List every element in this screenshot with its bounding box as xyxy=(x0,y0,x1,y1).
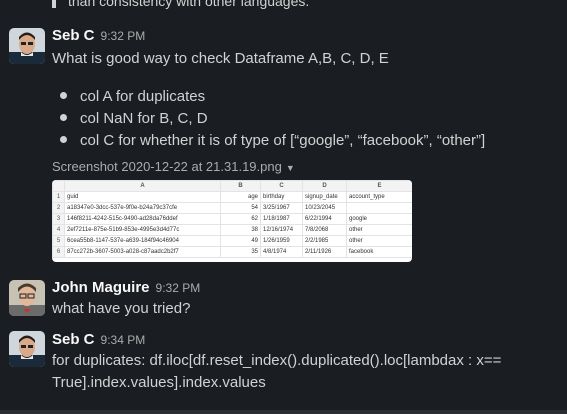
timestamp[interactable]: 9:34 PM xyxy=(101,333,146,347)
table-row: 6 87cc272b-3607-5003-a028-c87aadc2b2f7 3… xyxy=(52,246,412,258)
table-cell: other xyxy=(346,235,412,247)
table-cell: 146f8211-4242-515c-9490-ad28da76ddef xyxy=(64,213,221,225)
table-cell: 54 xyxy=(220,202,261,214)
author-name[interactable]: John Maguire xyxy=(52,279,150,296)
list-item: col A for duplicates xyxy=(60,86,485,108)
row-number: 2 xyxy=(52,202,65,214)
table-cell: 62 xyxy=(220,213,261,225)
column-letter: B xyxy=(220,180,261,192)
avatar-seb[interactable] xyxy=(9,331,45,367)
bullet-dot xyxy=(60,135,67,143)
timestamp[interactable]: 9:32 PM xyxy=(101,29,146,43)
message-header: Seb C 9:34 PM xyxy=(52,331,145,349)
table-cell: 10/23/2045 xyxy=(302,202,347,214)
list-item: col NaN for B, C, D xyxy=(60,108,485,130)
row-number: 6 xyxy=(52,246,65,258)
table-cell: other xyxy=(346,224,412,236)
table-cell: google xyxy=(346,213,412,225)
table-cell: 12/16/1974 xyxy=(260,224,303,236)
table-cell: 6/22/1994 xyxy=(302,213,347,225)
table-cell: 2/11/1926 xyxy=(302,246,347,258)
table-cell: 7/8/2068 xyxy=(302,224,347,236)
spreadsheet-table: A B C D E 1 guid age birthday signup_dat… xyxy=(52,180,412,258)
table-cell: 6cea55b8-1147-537e-a639-184f94c46904 xyxy=(64,235,221,247)
message-text-line: True].index.values].index.values xyxy=(52,374,266,391)
attachment-file-name[interactable]: Screenshot 2020-12-22 at 21.31.19.png xyxy=(52,159,282,174)
timestamp[interactable]: 9:32 PM xyxy=(156,281,201,295)
author-name[interactable]: Seb C xyxy=(52,27,95,44)
message-text: What is good way to check Dataframe A,B,… xyxy=(52,50,389,67)
composer-divider xyxy=(0,410,567,414)
column-letter: D xyxy=(302,180,347,192)
message-header: John Maguire 9:32 PM xyxy=(52,279,200,297)
column-letter: A xyxy=(64,180,221,192)
row-number: 3 xyxy=(52,213,65,225)
table-cell: account_type xyxy=(346,191,412,203)
list-item-text: col C for whether it is of type of [“goo… xyxy=(80,132,486,149)
message-header: Seb C 9:32 PM xyxy=(52,27,145,45)
table-cell: 4/8/1974 xyxy=(260,246,303,258)
list-item-text: col A for duplicates xyxy=(80,88,206,105)
row-number: 4 xyxy=(52,224,65,236)
table-cell xyxy=(346,202,412,214)
table-cell: 38 xyxy=(220,224,261,236)
table-cell: 1/18/1987 xyxy=(260,213,303,225)
table-cell: birthday xyxy=(260,191,303,203)
table-cell: a18347e0-3dcc-537e-9f0e-b24a79c37cfe xyxy=(64,202,221,214)
previous-message-quote: than consistency with other languages. xyxy=(52,0,309,8)
table-cell: 1/26/1959 xyxy=(260,235,303,247)
message-text-line: for duplicates: df.iloc[df.reset_index()… xyxy=(52,352,502,369)
message-text: what have you tried? xyxy=(52,300,191,317)
column-letter: E xyxy=(346,180,412,192)
row-number: 1 xyxy=(52,191,65,203)
table-cell: 2ef7211e-875e-51b9-853e-4995e3d4d77c xyxy=(64,224,221,236)
table-cell: 2/2/1985 xyxy=(302,235,347,247)
list-item-text: col NaN for B, C, D xyxy=(80,110,208,127)
list-item: col C for whether it is of type of [“goo… xyxy=(60,130,485,152)
attachment-image[interactable]: A B C D E 1 guid age birthday signup_dat… xyxy=(52,180,412,262)
table-row: 4 2ef7211e-875e-51b9-853e-4995e3d4d77c 3… xyxy=(52,224,412,236)
avatar-john[interactable] xyxy=(9,280,45,316)
chevron-down-icon[interactable]: ▼ xyxy=(286,163,295,173)
avatar-seb[interactable] xyxy=(9,28,45,64)
table-cell: 87cc272b-3607-5003-a028-c87aadc2b2f7 xyxy=(64,246,221,258)
table-row: 2 a18347e0-3dcc-537e-9f0e-b24a79c37cfe 5… xyxy=(52,202,412,214)
bullet-dot xyxy=(60,113,67,121)
table-cell: guid xyxy=(64,191,221,203)
table-cell: 49 xyxy=(220,235,261,247)
table-header-row: A B C D E xyxy=(52,180,412,192)
table-cell: signup_date xyxy=(302,191,347,203)
table-cell: 3/25/1967 xyxy=(260,202,303,214)
column-letter: C xyxy=(260,180,303,192)
bullet-list: col A for duplicates col NaN for B, C, D… xyxy=(60,86,485,152)
table-cell: facebook xyxy=(346,246,412,258)
table-cell: 35 xyxy=(220,246,261,258)
author-name[interactable]: Seb C xyxy=(52,331,95,348)
table-cell: age xyxy=(220,191,261,203)
row-number: 5 xyxy=(52,235,65,247)
quote-text: than consistency with other languages. xyxy=(68,0,310,9)
table-row: 3 146f8211-4242-515c-9490-ad28da76ddef 6… xyxy=(52,213,412,225)
table-row: 1 guid age birthday signup_date account_… xyxy=(52,191,412,203)
attachment-name[interactable]: Screenshot 2020-12-22 at 21.31.19.png ▼ xyxy=(52,159,295,174)
bullet-dot xyxy=(60,91,67,99)
table-corner xyxy=(52,180,65,192)
table-row: 5 6cea55b8-1147-537e-a639-184f94c46904 4… xyxy=(52,235,412,247)
